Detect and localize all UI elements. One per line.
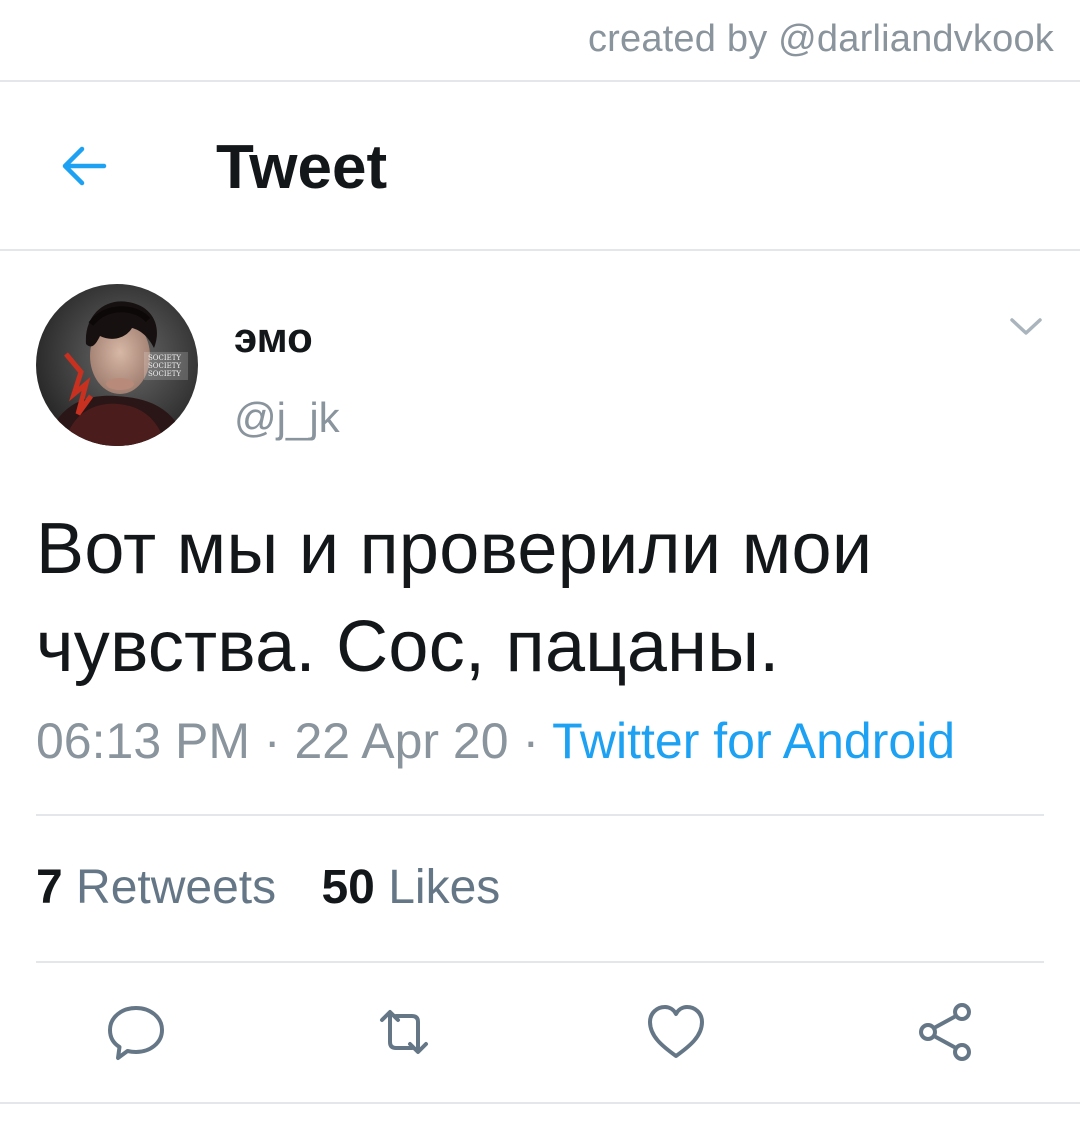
tweet-meta: 06:13 PM · 22 Apr 20 · Twitter for Andro…	[36, 712, 955, 770]
svg-text:SOCIETY: SOCIETY	[148, 362, 181, 370]
share-icon	[919, 1003, 971, 1061]
arrow-left-icon	[62, 146, 107, 186]
svg-text:SOCIETY: SOCIETY	[148, 370, 181, 378]
watermark-credit: created by @darliandvkook	[587, 18, 1054, 60]
tweet-stats: 7 Retweets 50 Likes	[36, 860, 532, 915]
retweets-count: 7	[36, 861, 63, 914]
avatar-image: SOCIETY SOCIETY SOCIETY	[36, 284, 198, 446]
avatar[interactable]: SOCIETY SOCIETY SOCIETY	[36, 284, 198, 446]
retweets-label: Retweets	[76, 861, 277, 914]
divider	[36, 961, 1044, 963]
tweet-date: 22 Apr 20	[294, 713, 509, 769]
meta-separator: ·	[263, 713, 281, 769]
likes-stat[interactable]: 50 Likes	[321, 860, 500, 915]
reply-icon	[108, 1006, 164, 1060]
retweet-button[interactable]	[370, 998, 438, 1066]
retweets-stat[interactable]: 7 Retweets	[36, 860, 276, 915]
tweet-time: 06:13 PM	[36, 713, 251, 769]
svg-text:SOCIETY: SOCIETY	[148, 354, 181, 362]
tweet-text-line: чувства. Сос, пацаны.	[36, 607, 780, 687]
tweet-source-link[interactable]: Twitter for Android	[552, 713, 955, 769]
like-button[interactable]	[642, 998, 710, 1066]
back-button[interactable]	[54, 136, 114, 196]
author-display-name[interactable]: эмо	[234, 314, 313, 362]
divider	[0, 249, 1080, 251]
likes-count: 50	[321, 861, 375, 914]
divider	[36, 814, 1044, 816]
author-handle[interactable]: @j_jk	[234, 394, 340, 442]
more-options-button[interactable]	[1006, 312, 1046, 342]
share-button[interactable]	[912, 998, 980, 1066]
top-bar: Tweet	[0, 82, 1080, 250]
heart-icon	[648, 1005, 704, 1058]
meta-separator: ·	[522, 713, 540, 769]
reply-button[interactable]	[102, 998, 170, 1066]
tweet-text-line: Вот мы и проверили мои	[36, 509, 873, 589]
page-title: Tweet	[216, 133, 388, 202]
tweet-text: Вот мы и проверили мои чувства. Сос, пац…	[36, 500, 1036, 696]
divider	[0, 1102, 1080, 1104]
retweet-icon	[380, 1010, 428, 1054]
chevron-down-icon	[1010, 318, 1042, 335]
likes-label: Likes	[388, 861, 501, 914]
